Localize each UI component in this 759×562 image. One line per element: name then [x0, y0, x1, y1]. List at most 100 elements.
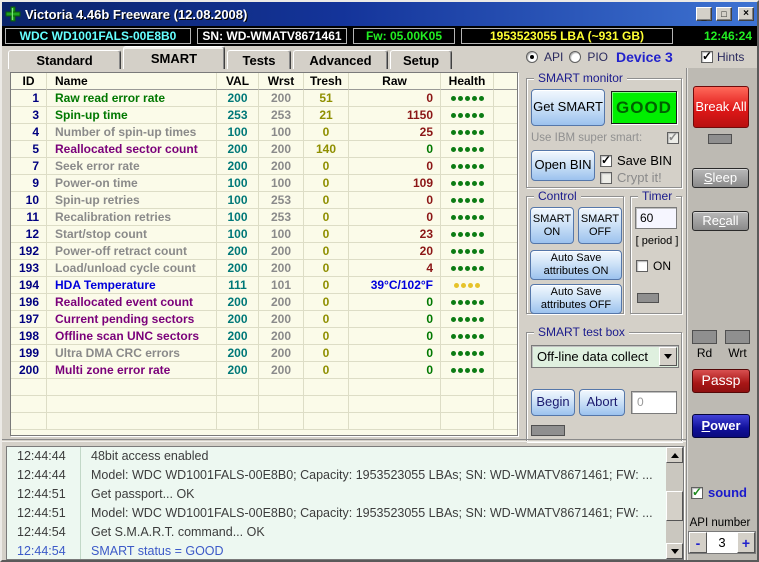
cell-empty — [11, 413, 47, 430]
table-row[interactable]: 9 Power-on time 100 100 0 109 — [11, 175, 517, 192]
abort-button[interactable]: Abort — [579, 389, 625, 416]
scrollbar-thumb[interactable] — [666, 491, 683, 521]
cell-health — [441, 90, 494, 107]
table-row[interactable]: 5 Reallocated sector count 200 200 140 0 — [11, 141, 517, 158]
tab-smart[interactable]: SMART — [123, 46, 225, 69]
table-row[interactable]: 196 Reallocated event count 200 200 0 0 — [11, 294, 517, 311]
test-counter-input[interactable]: 0 — [631, 391, 677, 414]
cell-val: 100 — [217, 226, 259, 243]
dropdown-button[interactable] — [659, 347, 677, 366]
get-smart-button[interactable]: Get SMART — [531, 89, 605, 126]
cell-health — [441, 141, 494, 158]
cell-empty — [47, 413, 217, 430]
timer-period-input[interactable]: 60 — [635, 207, 677, 229]
panel-divider — [2, 439, 686, 442]
smart-test-box-group: SMART test box Off-line data collect Beg… — [526, 325, 682, 442]
table-row[interactable]: 192 Power-off retract count 200 200 0 20 — [11, 243, 517, 260]
header-health[interactable]: Health — [441, 73, 494, 90]
table-row[interactable]: 3 Spin-up time 253 253 21 1150 — [11, 107, 517, 124]
pio-radio[interactable] — [569, 51, 582, 63]
power-button[interactable]: Power — [692, 414, 750, 438]
header-tresh[interactable]: Tresh — [304, 73, 349, 90]
smart-off-button[interactable]: SMART OFF — [578, 207, 622, 244]
api-radio[interactable] — [526, 51, 538, 63]
tab-setup[interactable]: Setup — [390, 50, 452, 69]
health-dot — [457, 300, 463, 306]
health-dot — [471, 164, 477, 170]
close-button[interactable]: × — [738, 7, 754, 21]
tab-standard[interactable]: Standard — [8, 50, 121, 69]
tab-advanced[interactable]: Advanced — [293, 50, 388, 69]
cell-empty — [349, 396, 441, 413]
table-row[interactable]: 10 Spin-up retries 100 253 0 0 — [11, 192, 517, 209]
cell-tresh: 0 — [304, 158, 349, 175]
save-bin-checkbox[interactable] — [600, 153, 612, 167]
table-row[interactable]: 193 Load/unload cycle count 200 200 0 4 — [11, 260, 517, 277]
begin-button[interactable]: Begin — [531, 389, 575, 416]
test-progress-led — [531, 425, 565, 436]
arrow-up-icon — [670, 452, 679, 458]
log-scrollbar[interactable] — [666, 447, 683, 559]
cell-empty — [349, 379, 441, 396]
recall-button[interactable]: Re c all — [692, 211, 749, 231]
api-number-increment-button[interactable]: + — [737, 532, 755, 553]
cell-empty — [441, 379, 494, 396]
cell-filler — [494, 107, 517, 124]
tab-tests[interactable]: Tests — [227, 50, 291, 69]
autosave-on-button[interactable]: Auto Save attributes ON — [530, 250, 622, 280]
cell-tresh: 0 — [304, 226, 349, 243]
header-wrst[interactable]: Wrst — [259, 73, 304, 90]
cell-name: Power-on time — [47, 175, 217, 192]
table-row[interactable]: 4 Number of spin-up times 100 100 0 25 — [11, 124, 517, 141]
cell-tresh: 140 — [304, 141, 349, 158]
table-row[interactable]: 199 Ultra DMA CRC errors 200 200 0 0 — [11, 345, 517, 362]
cell-health — [441, 328, 494, 345]
log-text: 48bit access enabled — [91, 449, 209, 463]
cell-health — [441, 175, 494, 192]
header-filler — [494, 73, 517, 90]
timer-on-checkbox[interactable] — [636, 260, 648, 272]
table-row[interactable]: 11 Recalibration retries 100 253 0 0 — [11, 209, 517, 226]
cell-id: 200 — [11, 362, 47, 379]
maximize-button[interactable]: □ — [716, 7, 732, 21]
health-dot — [464, 266, 470, 272]
table-row[interactable]: 194 HDA Temperature 111 101 0 39°C/102°F — [11, 277, 517, 294]
timer-group: Timer 60 [ period ] ON — [630, 189, 682, 314]
api-number-decrement-button[interactable]: - — [689, 532, 707, 553]
health-dot — [471, 317, 477, 323]
table-row[interactable]: 197 Current pending sectors 200 200 0 0 — [11, 311, 517, 328]
log-time: 12:44:54 — [7, 542, 81, 559]
hints-checkbox[interactable] — [701, 49, 713, 63]
minimize-button[interactable]: _ — [696, 7, 712, 21]
passp-button[interactable]: Passp — [692, 369, 750, 393]
header-val[interactable]: VAL — [217, 73, 259, 90]
cell-raw: 20 — [349, 243, 441, 260]
header-name[interactable]: Name — [47, 73, 217, 90]
health-dot — [457, 215, 463, 221]
table-header-row: ID Name VAL Wrst Tresh Raw Health — [11, 73, 517, 90]
open-bin-button[interactable]: Open BIN — [531, 150, 595, 181]
scroll-up-button[interactable] — [666, 447, 683, 463]
log-panel: 12:44:44 48bit access enabled 12:44:44 Mode… — [6, 446, 684, 560]
header-raw[interactable]: Raw — [349, 73, 441, 90]
table-row[interactable]: 7 Seek error rate 200 200 0 0 — [11, 158, 517, 175]
table-row[interactable]: 198 Offline scan UNC sectors 200 200 0 0 — [11, 328, 517, 345]
cell-id: 11 — [11, 209, 47, 226]
cell-wrst: 100 — [259, 175, 304, 192]
sleep-button[interactable]: Sleep — [692, 168, 749, 188]
scroll-down-button[interactable] — [666, 543, 683, 559]
table-row[interactable]: 1 Raw read error rate 200 200 51 0 — [11, 90, 517, 107]
smart-on-button[interactable]: SMART ON — [530, 207, 574, 244]
table-row[interactable]: 12 Start/stop count 100 100 0 23 — [11, 226, 517, 243]
cell-empty — [494, 396, 517, 413]
title-bar[interactable]: Victoria 4.46b Freeware (12.08.2008) _ □… — [2, 2, 757, 26]
table-row-empty — [11, 396, 517, 413]
test-select-dropdown[interactable]: Off-line data collect — [531, 345, 679, 368]
autosave-off-button[interactable]: Auto Save attributes OFF — [530, 284, 622, 314]
health-dot — [464, 147, 470, 153]
break-all-button[interactable]: Break All — [693, 86, 749, 128]
cell-val: 200 — [217, 328, 259, 345]
sound-checkbox[interactable] — [691, 485, 703, 499]
header-id[interactable]: ID — [11, 73, 47, 90]
table-row[interactable]: 200 Multi zone error rate 200 200 0 0 — [11, 362, 517, 379]
